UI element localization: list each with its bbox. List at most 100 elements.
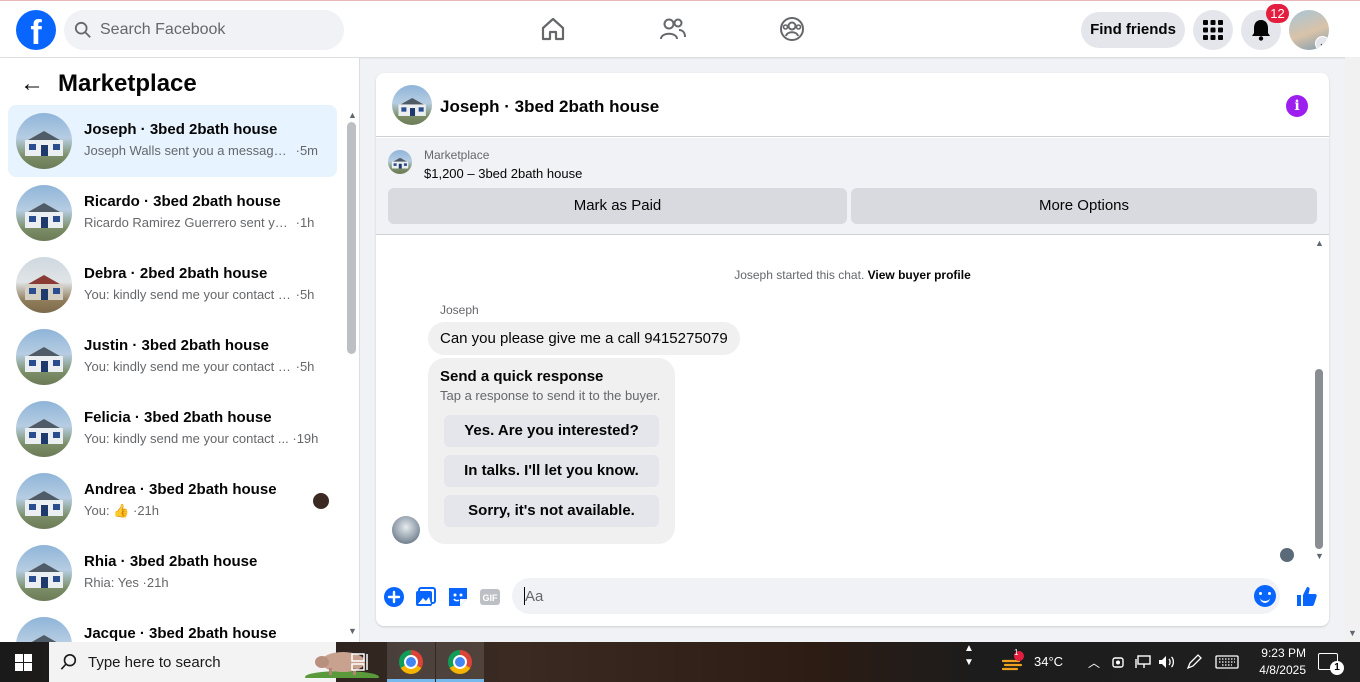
weather-icon[interactable] xyxy=(1001,651,1025,673)
conversation-snippet: Joseph Walls sent you a message a... xyxy=(84,143,292,158)
friends-icon[interactable] xyxy=(659,15,687,43)
info-icon[interactable]: i xyxy=(1286,95,1308,117)
taskbar-search[interactable]: Type here to search xyxy=(49,642,379,682)
listing-banner: Marketplace $1,200 – 3bed 2bath house Ma… xyxy=(376,138,1329,235)
conversation-item[interactable]: Justin · 3bed 2bath house You: kindly se… xyxy=(8,321,337,393)
conversation-preview: Joseph Walls sent you a message a... · 5m xyxy=(84,143,319,158)
conversation-snippet: You: 👍 xyxy=(84,503,130,518)
windows-taskbar: Type here to search ▲ ▼ 1 34°C ︿ 9:23 PM … xyxy=(0,642,1360,682)
view-buyer-profile-link[interactable]: View buyer profile xyxy=(868,268,971,282)
chat-listing-thumbnail[interactable] xyxy=(392,85,432,125)
menu-button[interactable] xyxy=(1193,10,1233,50)
conversation-preview: Ricardo Ramirez Guerrero sent you ... · 1… xyxy=(84,215,315,230)
task-view-button[interactable] xyxy=(338,642,386,682)
conversation-title: Jacque · 3bed 2bath house xyxy=(84,625,277,642)
find-friends-button[interactable]: Find friends xyxy=(1081,12,1185,48)
scroll-up-arrow-icon[interactable]: ▲ xyxy=(1315,238,1324,248)
gif-icon[interactable]: GIF xyxy=(478,585,502,609)
quick-response-subtitle: Tap a response to send it to the buyer. xyxy=(440,388,661,403)
listing-thumbnail xyxy=(16,545,72,601)
volume-icon[interactable] xyxy=(1158,655,1176,669)
more-options-button[interactable]: More Options xyxy=(851,188,1317,224)
bell-icon xyxy=(1252,20,1270,41)
quick-response-card: Send a quick response Tap a response to … xyxy=(428,358,675,544)
conversation-title: Rhia · 3bed 2bath house xyxy=(84,553,258,570)
conversation-item[interactable]: Rhia · 3bed 2bath house Rhia: Yes · 21h xyxy=(8,537,337,609)
conversation-item[interactable]: Joseph · 3bed 2bath house Joseph Walls s… xyxy=(8,105,337,177)
started-text: Joseph started this chat. xyxy=(734,268,865,282)
conversation-snippet: You: kindly send me your contact n... xyxy=(84,359,292,374)
home-icon[interactable] xyxy=(539,15,567,43)
meet-now-icon[interactable] xyxy=(1111,655,1125,669)
back-arrow-icon[interactable]: ← xyxy=(20,70,44,98)
weather-temperature[interactable]: 34°C xyxy=(1034,654,1063,669)
groups-icon[interactable] xyxy=(778,15,806,43)
scroll-up-arrow-icon[interactable]: ▲ xyxy=(348,110,357,120)
conversation-item[interactable]: Andrea · 3bed 2bath house You: 👍 · 21h xyxy=(8,465,337,537)
show-hidden-icons-icon[interactable]: ︿ xyxy=(1088,654,1100,671)
conversation-snippet: You: kindly send me your contact ... xyxy=(84,431,289,446)
quick-response-option[interactable]: In talks. I'll let you know. xyxy=(444,455,659,487)
conversation-item[interactable]: Felicia · 3bed 2bath house You: kindly s… xyxy=(8,393,337,465)
photo-icon[interactable] xyxy=(414,585,438,609)
emoji-icon[interactable] xyxy=(1254,585,1276,607)
conversation-time: 19h xyxy=(296,431,319,446)
system-clock[interactable]: 9:23 PM 4/8/2025 xyxy=(1246,645,1306,679)
page-scroll-down-arrow-icon[interactable]: ▼ xyxy=(1348,628,1357,638)
chrome-taskbar-app[interactable] xyxy=(436,642,484,682)
keyboard-icon[interactable] xyxy=(1215,655,1239,669)
quick-response-title: Send a quick response xyxy=(440,368,604,385)
scroll-down-arrow-icon[interactable]: ▼ xyxy=(1315,551,1324,561)
quick-response-option[interactable]: Yes. Are you interested? xyxy=(444,415,659,447)
listing-thumbnail xyxy=(16,257,72,313)
messages-scrollbar[interactable] xyxy=(1315,369,1323,549)
thumbs-up-icon[interactable] xyxy=(1295,585,1319,609)
message-composer: GIF Aa xyxy=(376,573,1329,623)
message-input[interactable]: Aa xyxy=(512,578,1280,614)
plus-circle-icon[interactable] xyxy=(382,585,406,609)
conversation-time: 21h xyxy=(146,575,169,590)
notification-center-count: 1 xyxy=(1330,661,1344,675)
listing-price[interactable]: $1,200 – 3bed 2bath house xyxy=(424,166,582,181)
sender-avatar[interactable] xyxy=(392,516,420,544)
windows-start-icon[interactable] xyxy=(15,654,32,671)
mark-as-paid-button[interactable]: Mark as Paid xyxy=(388,188,847,224)
conversation-preview: Rhia: Yes · 21h xyxy=(84,575,169,590)
page-scrollbar[interactable] xyxy=(1345,57,1360,642)
sticker-icon[interactable] xyxy=(446,585,470,609)
account-avatar[interactable]: ⌄ xyxy=(1289,10,1329,50)
conversation-preview: You: kindly send me your contact n... · 5… xyxy=(84,359,315,374)
listing-thumbnail xyxy=(388,150,412,174)
chat-title[interactable]: Joseph · 3bed 2bath house xyxy=(440,97,659,117)
chat-panel: Joseph · 3bed 2bath house i Marketplace … xyxy=(376,73,1329,626)
conversation-item[interactable]: Jacque · 3bed 2bath house xyxy=(8,609,337,642)
conversation-item[interactable]: Ricardo · 3bed 2bath house Ricardo Ramir… xyxy=(8,177,337,249)
network-icon[interactable] xyxy=(1134,655,1152,669)
pen-icon[interactable] xyxy=(1186,654,1202,670)
search-icon xyxy=(74,21,91,38)
scroll-arrows-icon[interactable]: ▲ ▼ xyxy=(964,642,974,670)
conversation-item[interactable]: Debra · 2bed 2bath house You: kindly sen… xyxy=(8,249,337,321)
svg-text:GIF: GIF xyxy=(483,593,499,603)
conversation-time: 1h xyxy=(299,215,315,230)
conversation-time: 5m xyxy=(299,143,319,158)
listing-thumbnail xyxy=(16,401,72,457)
chat-header: Joseph · 3bed 2bath house i xyxy=(376,73,1329,137)
search-input[interactable]: Search Facebook xyxy=(64,10,344,50)
conversation-snippet: Ricardo Ramirez Guerrero sent you ... xyxy=(84,215,292,230)
message-bubble[interactable]: Can you please give me a call 9415275079 xyxy=(428,322,740,355)
top-navbar: f Search Facebook Find friends 12 ⌄ xyxy=(0,0,1360,57)
conversation-title: Ricardo · 3bed 2bath house xyxy=(84,193,281,210)
quick-response-option[interactable]: Sorry, it's not available. xyxy=(444,495,659,527)
weather-badge: 1 xyxy=(1014,648,1019,657)
notification-center-icon[interactable]: 1 xyxy=(1318,653,1344,675)
listing-thumbnail xyxy=(16,473,72,529)
conversation-time: 5h xyxy=(299,359,315,374)
facebook-logo-icon[interactable]: f xyxy=(16,10,56,50)
task-view-icon xyxy=(351,653,368,671)
scroll-down-arrow-icon[interactable]: ▼ xyxy=(348,626,357,636)
message-input-placeholder: Aa xyxy=(525,588,544,605)
chrome-taskbar-app[interactable] xyxy=(387,642,435,682)
sidebar-scrollbar[interactable] xyxy=(347,122,356,354)
chat-started-notice: Joseph started this chat. View buyer pro… xyxy=(376,268,1329,282)
